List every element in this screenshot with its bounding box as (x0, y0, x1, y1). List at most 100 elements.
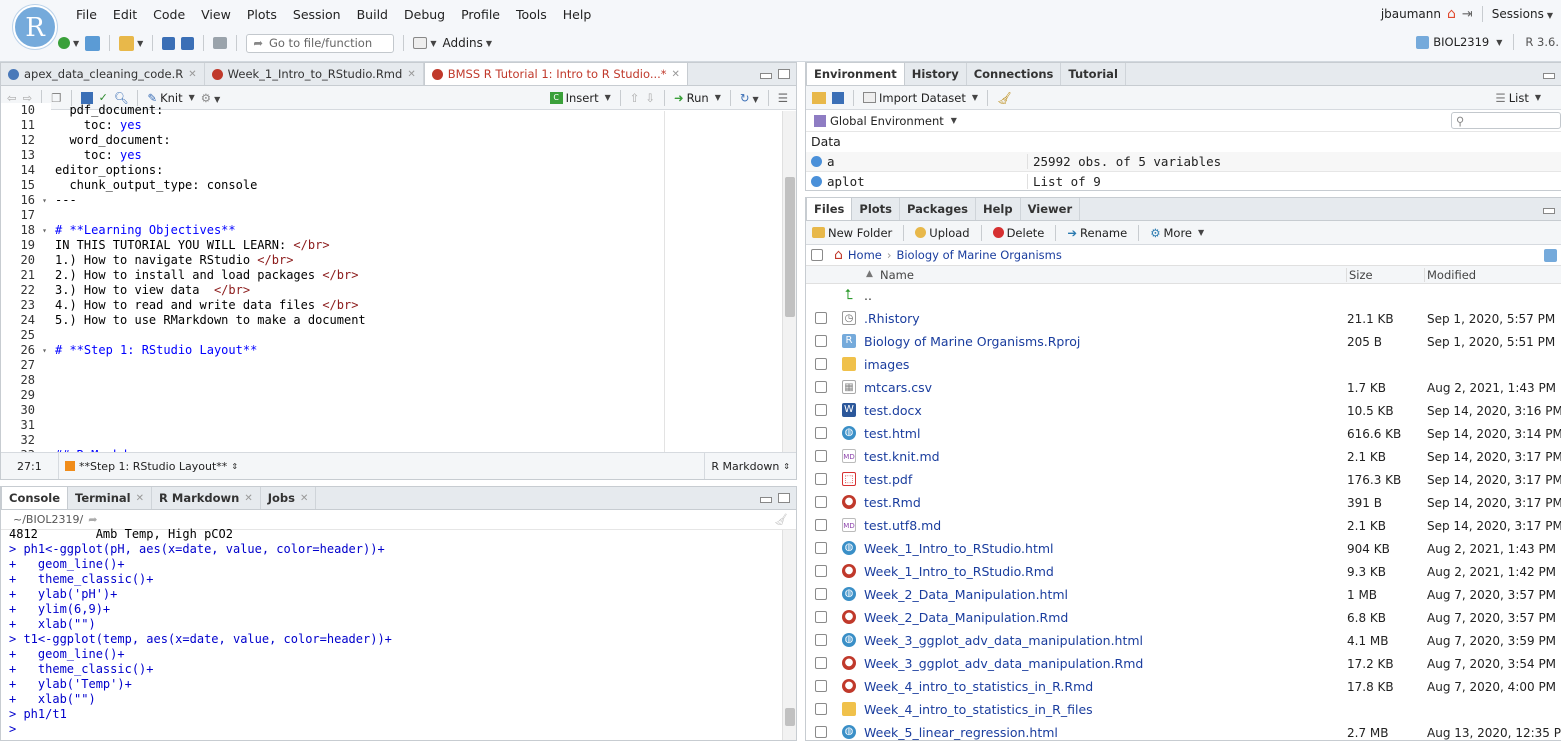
file-name[interactable]: test.knit.md (864, 449, 940, 464)
file-checkbox[interactable] (815, 703, 827, 715)
editor-tab-3[interactable]: BMSS R Tutorial 1: Intro to R Studio...*… (423, 63, 688, 85)
editor-tab-2[interactable]: Week_1_Intro_to_RStudio.Rmd ✕ (205, 63, 424, 85)
file-row[interactable]: ◷ .Rhistory 21.1 KB Sep 1, 2020, 5:57 PM (806, 307, 1561, 330)
list-view-button[interactable]: ☰ List ▼ (1495, 91, 1561, 105)
save-workspace-icon[interactable] (832, 91, 844, 104)
expand-icon[interactable] (811, 156, 822, 167)
file-name[interactable]: mtcars.csv (864, 380, 932, 395)
file-name[interactable]: test.utf8.md (864, 518, 941, 533)
open-file-button[interactable]: ▼ (119, 35, 143, 51)
file-name[interactable]: Week_4_intro_to_statistics_in_R.Rmd (864, 679, 1093, 694)
home-icon[interactable]: ⌂ (1447, 6, 1456, 22)
file-name[interactable]: Week_3_ggplot_adv_data_manipulation.html (864, 633, 1143, 648)
close-icon[interactable]: ✕ (244, 493, 252, 504)
env-row-aplot[interactable]: aplot List of 9 (806, 172, 1561, 190)
file-row[interactable]: ● Week_2_Data_Manipulation.Rmd 6.8 KB Aug 7… (806, 606, 1561, 629)
menu-debug[interactable]: Debug (396, 7, 453, 22)
file-checkbox[interactable] (815, 312, 827, 324)
tab-help[interactable]: Help (976, 198, 1021, 220)
menu-edit[interactable]: Edit (105, 7, 145, 22)
file-checkbox[interactable] (815, 335, 827, 347)
breadcrumb-home[interactable]: Home (848, 248, 882, 262)
tab-viewer[interactable]: Viewer (1021, 198, 1081, 220)
file-name[interactable]: test.Rmd (864, 495, 921, 510)
minimize-icon[interactable] (1543, 208, 1555, 214)
close-icon[interactable]: ✕ (188, 69, 196, 80)
file-checkbox[interactable] (815, 381, 827, 393)
file-name[interactable]: Week_5_linear_regression.html (864, 725, 1058, 740)
file-name[interactable]: Week_1_Intro_to_RStudio.Rmd (864, 564, 1054, 579)
console-output[interactable]: 4812 Amb Temp, High pCO2 > ph1<-ggplot(pH… (1, 527, 782, 740)
console-scrollbar[interactable] (782, 530, 796, 740)
tab-history[interactable]: History (905, 63, 967, 85)
file-row[interactable]: Week_4_intro_to_statistics_in_R_files (806, 698, 1561, 721)
file-row[interactable]: ● Week_4_intro_to_statistics_in_R.Rmd 17.8… (806, 675, 1561, 698)
global-env-button[interactable]: Global Environment ▼ (814, 114, 957, 128)
file-checkbox[interactable] (815, 473, 827, 485)
close-icon[interactable]: ✕ (407, 69, 415, 80)
close-icon[interactable]: ✕ (672, 69, 680, 80)
file-row[interactable]: R Biology of Marine Organisms.Rproj 205 B S… (806, 330, 1561, 353)
tab-environment[interactable]: Environment (806, 63, 905, 85)
env-row-a[interactable]: a 25992 obs. of 5 variables (806, 152, 1561, 172)
fold-icon[interactable]: ▾ (42, 343, 47, 358)
file-row[interactable]: ● test.Rmd 391 B Sep 14, 2020, 3:17 PM (806, 491, 1561, 514)
file-checkbox[interactable] (815, 611, 827, 623)
editor-scrollbar[interactable] (782, 111, 796, 452)
column-name[interactable]: Name (880, 268, 914, 282)
save-button[interactable] (162, 36, 176, 50)
file-name[interactable]: Week_3_ggplot_adv_data_manipulation.Rmd (864, 656, 1143, 671)
rproj-icon[interactable] (1544, 248, 1557, 262)
console-scrollbar-thumb[interactable] (785, 708, 795, 726)
file-row[interactable]: ● Week_3_ggplot_adv_data_manipulation.Rmd… (806, 652, 1561, 675)
clear-env-icon[interactable]: 🧹︎ (997, 91, 1012, 105)
tab-console[interactable]: Console (1, 487, 69, 509)
tab-jobs[interactable]: Jobs ✕ (261, 487, 317, 509)
save-all-button[interactable] (181, 36, 195, 50)
menu-help[interactable]: Help (555, 7, 600, 22)
fold-icon[interactable]: ▾ (42, 223, 47, 238)
tab-plots[interactable]: Plots (852, 198, 901, 220)
menu-profile[interactable]: Profile (453, 7, 508, 22)
new-folder-button[interactable]: New Folder (812, 226, 892, 240)
tab-terminal[interactable]: Terminal ✕ (68, 487, 153, 509)
menu-build[interactable]: Build (349, 7, 396, 22)
minimize-icon[interactable] (760, 73, 772, 79)
save-icon[interactable] (80, 91, 93, 104)
file-checkbox[interactable] (815, 519, 827, 531)
expand-icon[interactable] (811, 176, 822, 187)
new-project-button[interactable] (85, 35, 101, 51)
file-row[interactable]: ◍ test.html 616.6 KB Sep 14, 2020, 3:14 PM (806, 422, 1561, 445)
file-checkbox[interactable] (815, 634, 827, 646)
file-name[interactable]: Week_1_Intro_to_RStudio.html (864, 541, 1054, 556)
grid-layout-button[interactable]: ▼ (413, 37, 436, 49)
file-checkbox[interactable] (815, 657, 827, 669)
file-row[interactable]: ▦ mtcars.csv 1.7 KB Aug 2, 2021, 1:43 PM (806, 376, 1561, 399)
import-dataset-button[interactable]: Import Dataset ▼ (863, 91, 978, 105)
file-row[interactable]: ⬚ test.pdf 176.3 KB Sep 14, 2020, 3:17 PM (806, 468, 1561, 491)
go-to-file-input[interactable]: ➦ Go to file/function (246, 33, 395, 53)
file-checkbox[interactable] (815, 427, 827, 439)
file-row[interactable]: ◍ Week_1_Intro_to_RStudio.html 904 KB Aug 2… (806, 537, 1561, 560)
menu-session[interactable]: Session (285, 7, 349, 22)
tab-packages[interactable]: Packages (900, 198, 976, 220)
close-icon[interactable]: ✕ (300, 493, 308, 504)
sign-out-icon[interactable]: ⇥ (1462, 7, 1473, 22)
file-checkbox[interactable] (815, 496, 827, 508)
breadcrumb-folder[interactable]: Biology of Marine Organisms (896, 248, 1061, 262)
file-row[interactable]: ● Week_1_Intro_to_RStudio.Rmd 9.3 KB Aug 2,… (806, 560, 1561, 583)
file-name[interactable]: Biology of Marine Organisms.Rproj (864, 334, 1080, 349)
menu-tools[interactable]: Tools (508, 7, 555, 22)
menu-plots[interactable]: Plots (239, 7, 285, 22)
project-button[interactable]: BIOL2319 ▼ (1416, 35, 1502, 49)
file-row[interactable]: ◍ Week_2_Data_Manipulation.html 1 MB Aug 7,… (806, 583, 1561, 606)
file-name[interactable]: .Rhistory (864, 311, 920, 326)
column-modified[interactable]: Modified (1424, 268, 1476, 282)
editor-tab-1[interactable]: apex_data_cleaning_code.R ✕ (1, 63, 205, 85)
file-name[interactable]: images (864, 357, 909, 372)
file-row[interactable]: ◍ Week_5_linear_regression.html 2.7 MB Aug … (806, 721, 1561, 740)
tab-tutorial[interactable]: Tutorial (1061, 63, 1126, 85)
minimize-icon[interactable] (1543, 73, 1555, 79)
file-checkbox[interactable] (815, 450, 827, 462)
file-name[interactable]: test.html (864, 426, 920, 441)
